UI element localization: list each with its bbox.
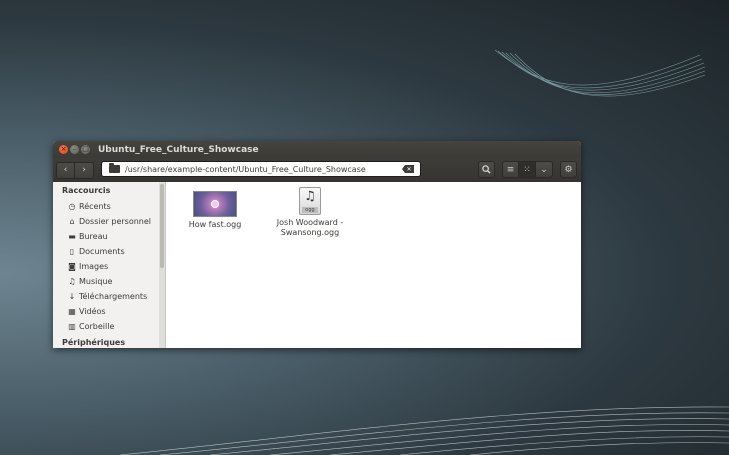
list-view-button[interactable]: ≡: [502, 161, 519, 178]
play-icon: [211, 200, 219, 208]
sidebar-item-label: Dossier personnel: [79, 217, 152, 226]
sidebar-item-music[interactable]: ♫ Musique: [53, 274, 159, 289]
sidebar-item-label: Vidéos: [79, 307, 106, 316]
sidebar-item-downloads[interactable]: ↓ Téléchargements: [53, 289, 159, 304]
folder-icon: [109, 163, 120, 173]
sidebar-item-label: Images: [79, 262, 109, 271]
sidebar-item-recents[interactable]: ◷ Récents: [53, 199, 159, 214]
sidebar-item-label: Musique: [79, 277, 113, 286]
chevron-left-icon: ‹: [63, 165, 68, 175]
sidebar-item-home[interactable]: ⌂ Dossier personnel: [53, 214, 159, 229]
maximize-button[interactable]: □: [81, 145, 90, 154]
sidebar-item-label: Corbeille: [79, 322, 115, 331]
toolbar: ‹ › /usr/share/example-content/Ubuntu_Fr…: [53, 158, 581, 182]
settings-button[interactable]: ⚙: [560, 161, 577, 178]
trash-icon: ▥: [68, 322, 76, 331]
desktop-wave-bottom: [120, 406, 729, 455]
view-group: ≡ ⁙ ⌄: [502, 161, 553, 178]
sidebar-item-label: Récents: [79, 202, 111, 211]
clock-icon: ◷: [68, 202, 76, 211]
sidebar: Raccourcis ◷ Récents ⌂ Dossier personnel ▬…: [53, 182, 159, 348]
list-icon: ≡: [506, 164, 515, 175]
sidebar-item-desktop[interactable]: ▬ Bureau: [53, 229, 159, 244]
music-icon: ♫: [68, 277, 76, 286]
file-item-swansong[interactable]: ♫ ogg Josh Woodward - Swansong.ogg: [270, 187, 350, 238]
sidebar-item-videos[interactable]: ▦ Vidéos: [53, 304, 159, 319]
gear-icon: ⚙: [564, 164, 573, 175]
clear-location-icon[interactable]: ✕: [402, 165, 414, 173]
camera-icon: ◙: [68, 262, 76, 271]
sidebar-header: Raccourcis: [62, 186, 111, 195]
sidebar-scrollbar[interactable]: [159, 182, 166, 348]
video-thumbnail: [193, 191, 237, 217]
home-icon: ⌂: [69, 217, 75, 226]
sidebar-item-images[interactable]: ◙ Images: [53, 259, 159, 274]
file-view: How fast.ogg ♫ ogg Josh Woodward - Swanson…: [166, 182, 581, 348]
file-manager-window: × – □ Ubuntu_Free_Culture_Showcase ‹ › /…: [53, 141, 581, 348]
window-title: Ubuntu_Free_Culture_Showcase: [98, 144, 259, 155]
back-button[interactable]: ‹: [56, 161, 75, 179]
grid-view-button[interactable]: ⁙: [519, 161, 536, 178]
titlebar: × – □ Ubuntu_Free_Culture_Showcase: [53, 141, 581, 158]
chevron-down-icon: ⌄: [540, 164, 548, 175]
document-icon: ▯: [69, 247, 75, 256]
folder-icon: ▬: [68, 232, 76, 241]
audio-file-icon: ♫ ogg: [299, 187, 321, 215]
download-icon: ↓: [68, 292, 76, 301]
film-icon: ▦: [68, 307, 76, 316]
file-item-how-fast[interactable]: How fast.ogg: [184, 191, 246, 230]
view-options-button[interactable]: ⌄: [536, 161, 553, 178]
sidebar-item-label: Bureau: [79, 232, 108, 241]
file-type-badge: ogg: [302, 207, 318, 213]
location-text[interactable]: /usr/share/example-content/Ubuntu_Free_C…: [125, 165, 402, 174]
scrollbar-thumb[interactable]: [160, 184, 164, 268]
file-name: Josh Woodward - Swansong.ogg: [270, 218, 350, 238]
search-icon: [482, 165, 491, 174]
grid-icon: ⁙: [523, 164, 531, 175]
file-name-line2: Swansong.ogg: [280, 228, 340, 237]
search-button[interactable]: [478, 161, 495, 178]
minimize-button[interactable]: –: [70, 145, 79, 154]
forward-button[interactable]: ›: [75, 161, 94, 179]
file-name-line1: Josh Woodward -: [276, 218, 344, 227]
sidebar-item-documents[interactable]: ▯ Documents: [53, 244, 159, 259]
sidebar-item-trash[interactable]: ▥ Corbeille: [53, 319, 159, 334]
sidebar-item-label: Documents: [79, 247, 125, 256]
chevron-right-icon: ›: [82, 165, 86, 175]
sidebar-section-devices: Périphériques: [62, 338, 126, 347]
close-button[interactable]: ×: [59, 145, 68, 154]
file-name: How fast.ogg: [188, 220, 242, 229]
music-note-icon: ♫: [304, 189, 316, 204]
location-entry[interactable]: /usr/share/example-content/Ubuntu_Free_C…: [101, 161, 421, 177]
content-area: Raccourcis ◷ Récents ⌂ Dossier personnel ▬…: [53, 182, 581, 348]
right-toolbar: ≡ ⁙ ⌄ ⚙: [478, 161, 577, 178]
navigation-group: ‹ ›: [56, 161, 94, 179]
sidebar-item-label: Téléchargements: [79, 292, 148, 301]
desktop-wave-top: [494, 49, 706, 97]
